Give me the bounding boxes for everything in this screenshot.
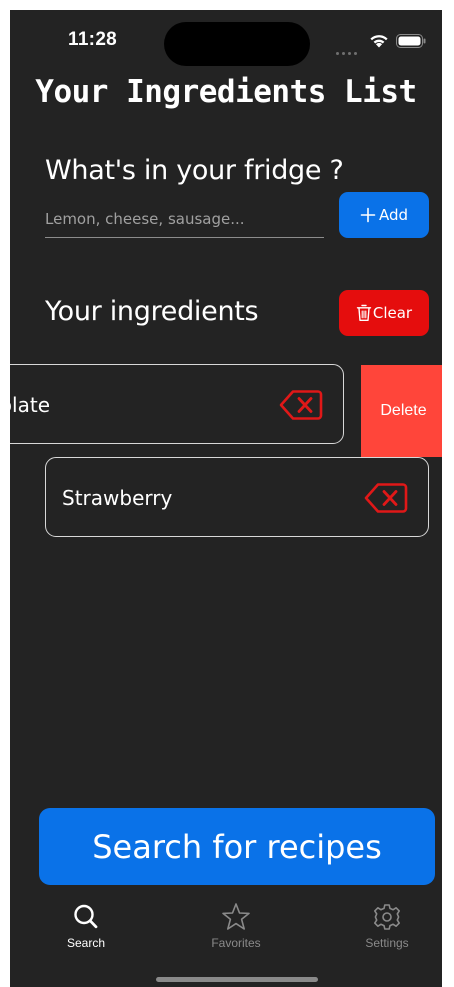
- app-screen: 11:28 Your Ingredients List What's in yo…: [10, 10, 442, 987]
- ingredient-input[interactable]: [45, 200, 324, 238]
- home-indicator: [156, 977, 318, 982]
- tab-search-label: Search: [66, 936, 106, 950]
- remove-ingredient-icon[interactable]: [279, 389, 323, 421]
- tab-favorites-label: Favorites: [211, 936, 261, 950]
- dynamic-island: [164, 22, 310, 66]
- search-recipes-label: Search for recipes: [92, 827, 382, 866]
- clear-button-label: Clear: [372, 304, 413, 322]
- tab-favorites[interactable]: Favorites: [186, 902, 286, 954]
- star-icon: [222, 903, 250, 930]
- battery-icon: [396, 34, 426, 48]
- wifi-icon: [370, 35, 388, 48]
- ingredients-label: Your ingredients: [45, 296, 259, 327]
- tab-settings-label: Settings: [365, 936, 409, 950]
- gear-icon: [374, 904, 400, 930]
- delete-button-label: Delete: [380, 402, 427, 419]
- add-button-label: Add: [378, 206, 409, 224]
- add-button[interactable]: Add: [339, 192, 429, 238]
- tab-settings[interactable]: Settings: [337, 902, 437, 954]
- ingredient-name: Strawberry: [62, 486, 173, 510]
- page-title: Your Ingredients List: [35, 74, 417, 110]
- remove-ingredient-icon[interactable]: [364, 482, 408, 514]
- ingredient-name: olate: [10, 393, 50, 417]
- trash-icon: [356, 304, 372, 321]
- magnifier-icon: [74, 904, 98, 929]
- search-recipes-button[interactable]: Search for recipes: [39, 808, 435, 885]
- fridge-label: What's in your fridge ?: [45, 155, 344, 186]
- plus-icon: [360, 207, 376, 223]
- status-time: 11:28: [68, 29, 118, 50]
- ingredient-row-strawberry[interactable]: Strawberry: [45, 457, 429, 537]
- cellular-signal-icon: [336, 40, 360, 55]
- swipe-delete-button[interactable]: Delete: [361, 365, 442, 457]
- tab-search[interactable]: Search: [36, 902, 136, 954]
- clear-button[interactable]: Clear: [339, 290, 429, 336]
- status-icons: [336, 32, 428, 55]
- ingredient-row-chocolate[interactable]: olate: [10, 364, 344, 444]
